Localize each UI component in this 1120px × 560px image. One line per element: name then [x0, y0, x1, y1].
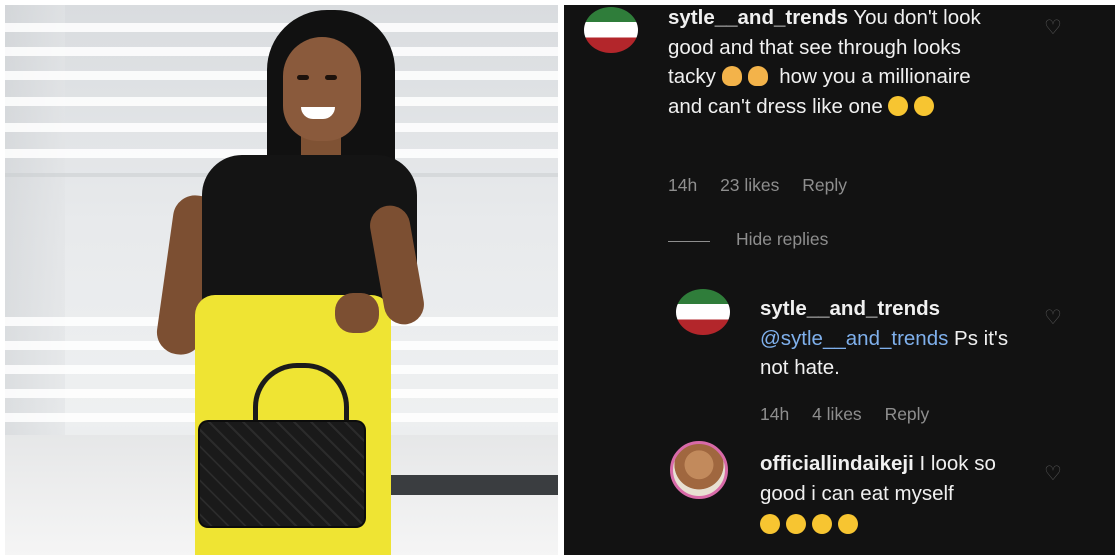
comments-panel: sytle__and_trends You don't look good an… — [564, 5, 1115, 555]
eye — [297, 75, 309, 80]
avatar-image — [584, 7, 638, 53]
face-palm-emoji — [747, 66, 768, 86]
comment-username[interactable]: officiallindaikeji — [760, 452, 914, 475]
comment-likes[interactable]: 4 likes — [812, 404, 862, 424]
comment-time: 14h — [760, 404, 790, 424]
reply-button[interactable]: Reply — [802, 175, 847, 195]
reply-button[interactable]: Reply — [885, 404, 930, 424]
hand — [335, 293, 379, 333]
rofl-emoji — [786, 514, 806, 534]
woman — [5, 5, 558, 555]
comment-meta: 14h 4 likes Reply — [760, 404, 947, 425]
hide-replies-line — [668, 241, 710, 242]
photo — [5, 5, 558, 555]
mention-link[interactable]: @sytle__and_trends — [760, 327, 948, 350]
crying-emoji — [888, 95, 909, 116]
hide-replies-button[interactable]: Hide replies — [736, 229, 828, 250]
comment-username[interactable]: sytle__and_trends — [668, 6, 848, 29]
quilted-handbag — [198, 420, 366, 528]
face — [283, 37, 361, 141]
comment-time: 14h — [668, 175, 698, 195]
rofl-emoji — [838, 514, 858, 534]
comment-meta: 14h 23 likes Reply — [668, 175, 865, 196]
heart-icon[interactable]: ♡ — [1044, 15, 1062, 40]
comment-username[interactable]: sytle__and_trends — [760, 294, 1030, 324]
comment-2: sytle__and_trends @sytle__and_trends Ps … — [760, 294, 1030, 383]
avatar[interactable] — [584, 7, 638, 53]
avatar[interactable] — [676, 289, 730, 335]
eye — [325, 75, 337, 80]
comment-1: sytle__and_trends You don't look good an… — [668, 5, 1008, 121]
rofl-emoji — [760, 514, 780, 534]
comment-likes[interactable]: 23 likes — [720, 175, 779, 195]
comment-3: officiallindaikeji I look so good i can … — [760, 449, 1030, 540]
crying-emoji — [914, 95, 935, 116]
heart-icon[interactable]: ♡ — [1044, 461, 1062, 486]
face-palm-emoji — [721, 66, 742, 86]
rofl-emoji — [812, 514, 832, 534]
avatar-image — [676, 289, 730, 335]
heart-icon[interactable]: ♡ — [1044, 305, 1062, 330]
avatar[interactable] — [670, 441, 728, 499]
